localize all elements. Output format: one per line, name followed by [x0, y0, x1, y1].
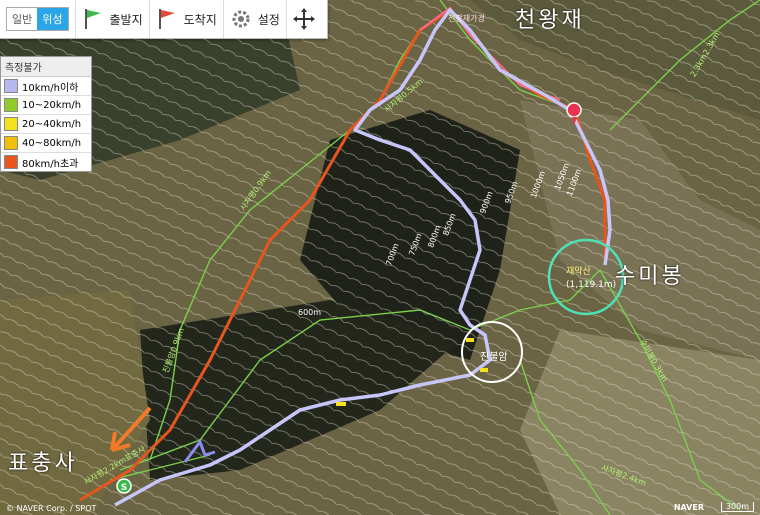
- end-marker[interactable]: [566, 102, 582, 118]
- legend-swatch: [4, 79, 18, 93]
- end-button-label: 도착지: [183, 12, 217, 27]
- sign-top: 천황재가경: [448, 14, 485, 23]
- legend-label: 10~20km/h: [22, 99, 82, 111]
- move-icon: [292, 8, 315, 30]
- peak-name: 재약산: [566, 267, 591, 277]
- legend-label: 10km/h이하: [22, 82, 79, 94]
- legend-header: 측정불가: [1, 57, 91, 77]
- poi-jinbulam: 진불암: [480, 352, 508, 363]
- map-type-satellite[interactable]: 위성: [37, 8, 68, 30]
- end-button[interactable]: 도착지: [148, 0, 223, 38]
- legend-row: 10~20km/h: [1, 96, 91, 115]
- label-cheonwangjae: 천왕재: [515, 8, 585, 33]
- legend-row: 80km/h초과: [1, 153, 91, 171]
- speed-legend: 측정불가 10km/h이하 10~20km/h 20~40km/h 40~80k…: [0, 56, 92, 172]
- legend-swatch: [4, 98, 18, 112]
- pan-button[interactable]: [285, 0, 327, 38]
- legend-swatch: [4, 155, 18, 169]
- settings-button[interactable]: 설정: [222, 0, 286, 38]
- contour-label: 600m: [298, 308, 322, 317]
- naver-logo: NAVER: [673, 503, 704, 512]
- label-pyochungsa: 표충사: [8, 451, 78, 476]
- legend-row: 40~80km/h: [1, 134, 91, 153]
- legend-swatch: [4, 136, 18, 150]
- peak-elevation: (1,119.1m): [566, 280, 617, 290]
- speed-segment: [336, 402, 346, 406]
- legend-row: 10km/h이하: [1, 77, 91, 96]
- end-flag-icon: [158, 9, 175, 29]
- gear-icon: [232, 10, 250, 28]
- start-marker-glyph: S: [121, 483, 127, 493]
- start-flag-icon: [84, 9, 101, 29]
- legend-label: 40~80km/h: [22, 137, 82, 149]
- speed-segment: [480, 368, 488, 372]
- start-button[interactable]: 출발지: [74, 0, 149, 38]
- legend-label: 80km/h초과: [22, 158, 79, 170]
- map-type-normal[interactable]: 일반: [7, 8, 38, 30]
- scale-bar: 300m: [720, 502, 754, 512]
- speed-segment: [466, 338, 474, 342]
- map-toolbar: 일반 위성 출발지 도착지 설정: [0, 0, 328, 39]
- copyright: © NAVER Corp. / SPOT: [6, 504, 97, 513]
- map-type-toggle: 일반 위성: [6, 7, 69, 31]
- legend-swatch: [4, 117, 18, 131]
- settings-button-label: 설정: [257, 12, 280, 27]
- start-button-label: 출발지: [109, 12, 143, 27]
- label-sumibong: 수미봉: [615, 264, 685, 289]
- legend-row: 20~40km/h: [1, 115, 91, 134]
- legend-label: 20~40km/h: [22, 118, 82, 130]
